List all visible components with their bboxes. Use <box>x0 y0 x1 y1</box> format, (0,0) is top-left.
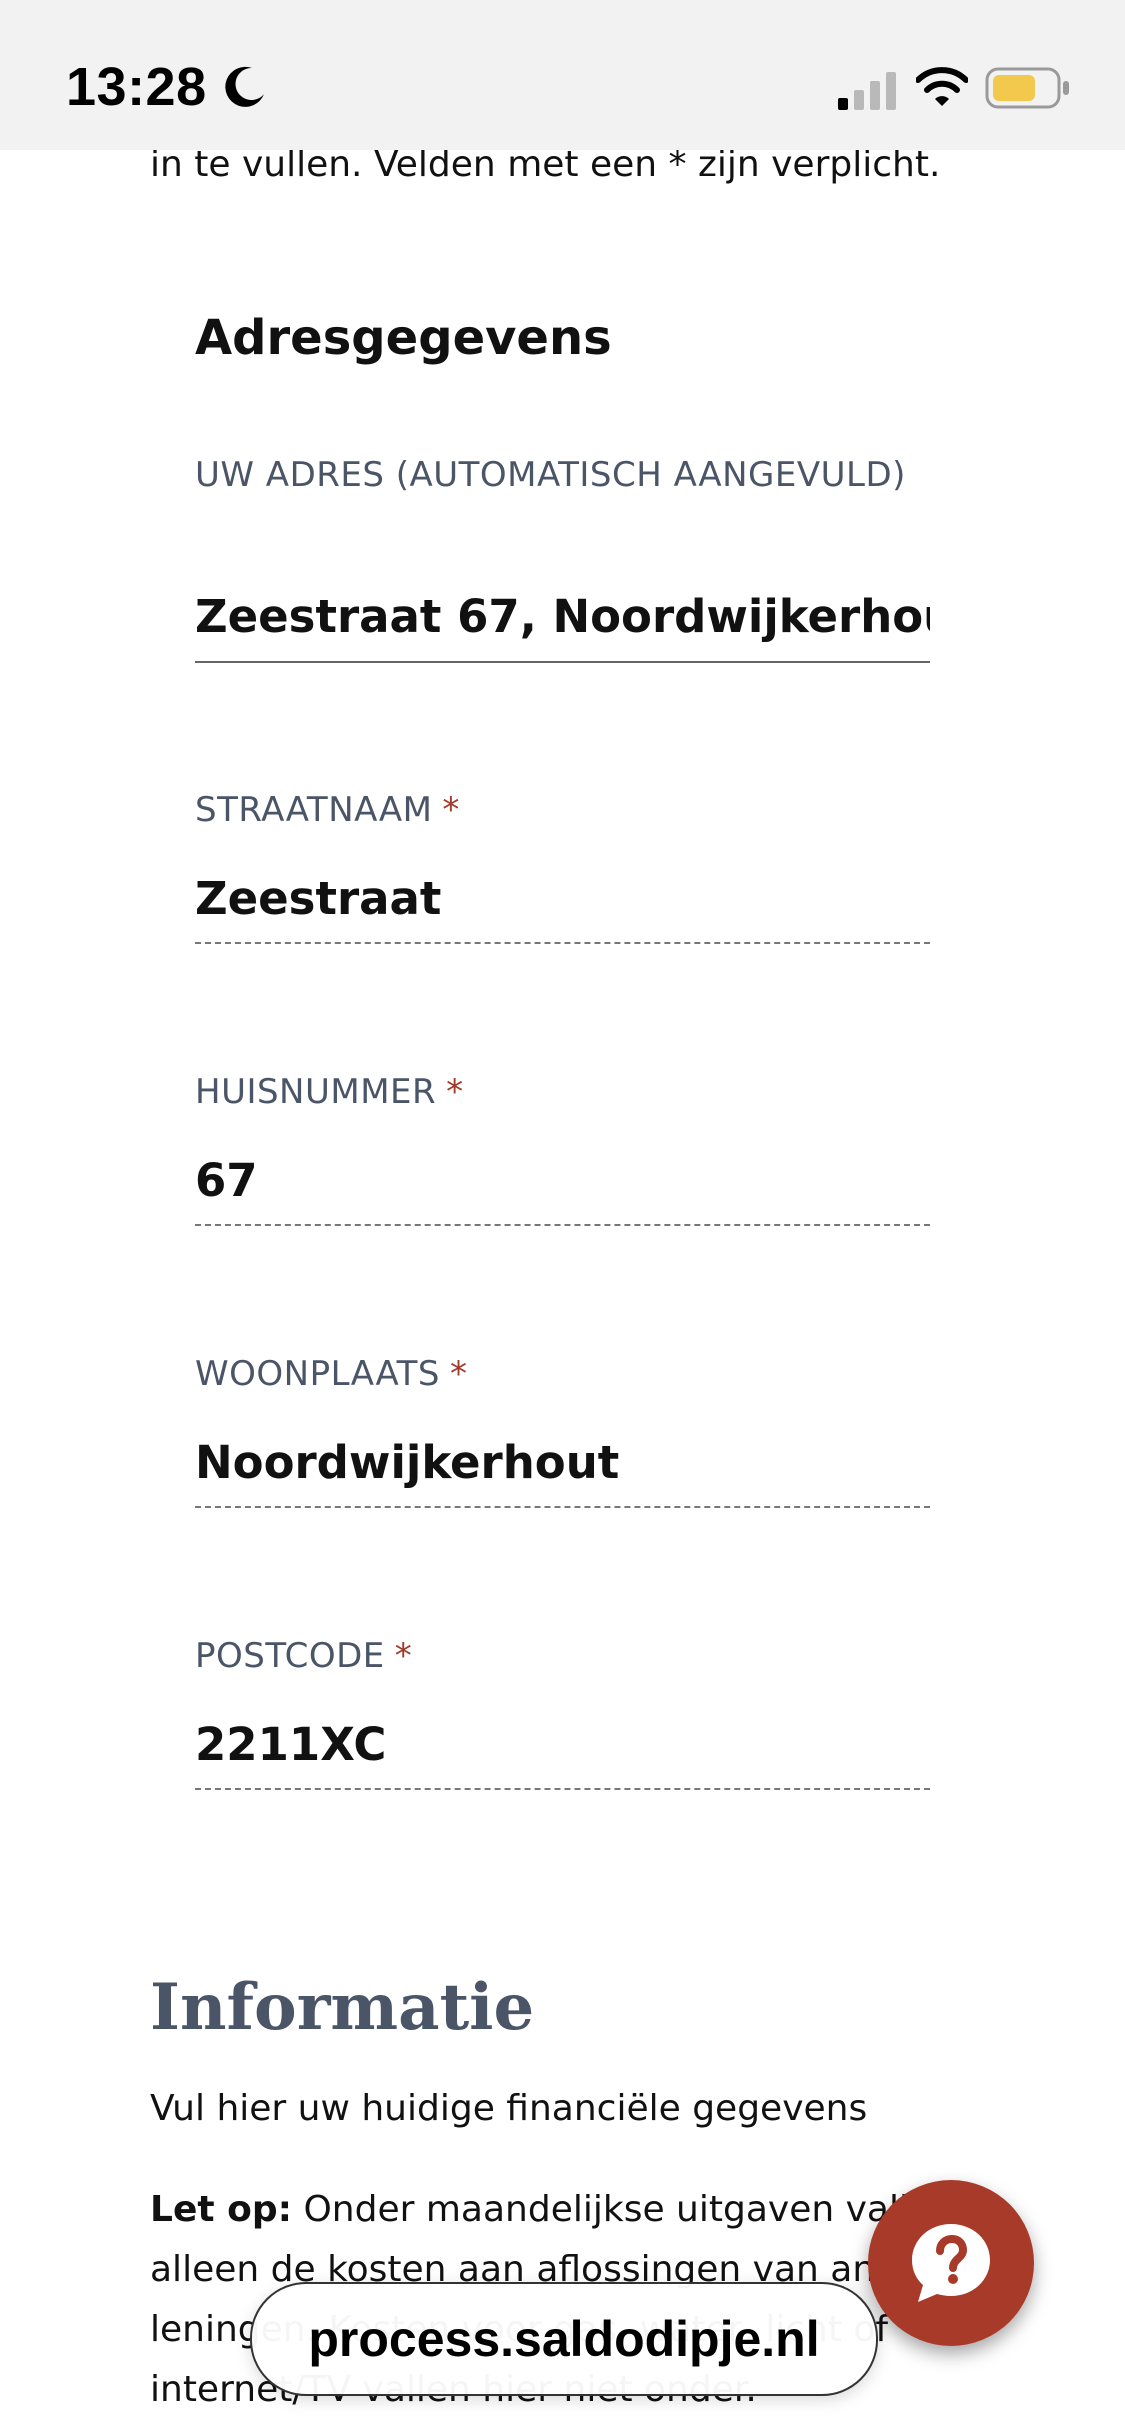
section-title-adresgegevens: Adresgegevens <box>195 310 612 366</box>
postcode-underline <box>195 1788 930 1790</box>
section-title-informatie: Informatie <box>150 1970 535 2045</box>
required-marker: * <box>442 790 460 830</box>
wifi-icon <box>916 67 968 106</box>
status-time: 13:28 <box>66 57 207 117</box>
woonplaats-input[interactable]: Noordwijkerhout <box>195 1436 930 1489</box>
status-bar: 13:28 <box>0 0 1125 150</box>
postcode-input[interactable]: 2211XC <box>195 1718 930 1771</box>
required-marker: * <box>394 1636 413 1676</box>
address-input-underline <box>195 661 930 663</box>
field-label-straatnaam: STRAATNAAM * <box>195 790 460 830</box>
moon-icon <box>225 66 264 107</box>
info-description: Vul hier uw huidige financiële gegevens <box>150 2088 868 2129</box>
woonplaats-underline <box>195 1506 930 1508</box>
battery-icon <box>985 67 1069 109</box>
required-marker: * <box>446 1072 464 1112</box>
huisnummer-input[interactable]: 67 <box>195 1154 930 1207</box>
field-label-woonplaats: WOONPLAATS * <box>195 1354 467 1394</box>
note-label: Let op: <box>150 2189 292 2230</box>
address-autocomplete-input[interactable]: Zeestraat 67, Noordwijkerhout, <box>195 590 930 643</box>
intro-text: in te vullen. Velden met een * zijn verp… <box>150 150 941 185</box>
field-label-postcode: POSTCODE * <box>195 1636 412 1676</box>
required-marker: * <box>449 1354 468 1394</box>
field-label-text: HUISNUMMER <box>195 1072 437 1112</box>
field-label-text: STRAATNAAM <box>195 790 433 830</box>
field-label-huisnummer: HUISNUMMER * <box>195 1072 464 1112</box>
straatnaam-input[interactable]: Zeestraat <box>195 872 930 925</box>
page-content: in te vullen. Velden met een * zijn verp… <box>0 150 1125 2436</box>
url-text: process.saldodipje.nl <box>308 2311 820 2367</box>
help-chat-icon <box>912 2224 990 2302</box>
field-label-address: UW ADRES (AUTOMATISCH AANGEVULD) <box>195 455 906 495</box>
browser-url-bar[interactable]: process.saldodipje.nl <box>250 2282 878 2396</box>
field-label-text: POSTCODE <box>195 1636 385 1676</box>
signal-icon <box>838 72 896 110</box>
help-chat-button[interactable] <box>868 2180 1034 2346</box>
straatnaam-underline <box>195 942 930 944</box>
huisnummer-underline <box>195 1224 930 1226</box>
field-label-text: WOONPLAATS <box>195 1354 440 1394</box>
